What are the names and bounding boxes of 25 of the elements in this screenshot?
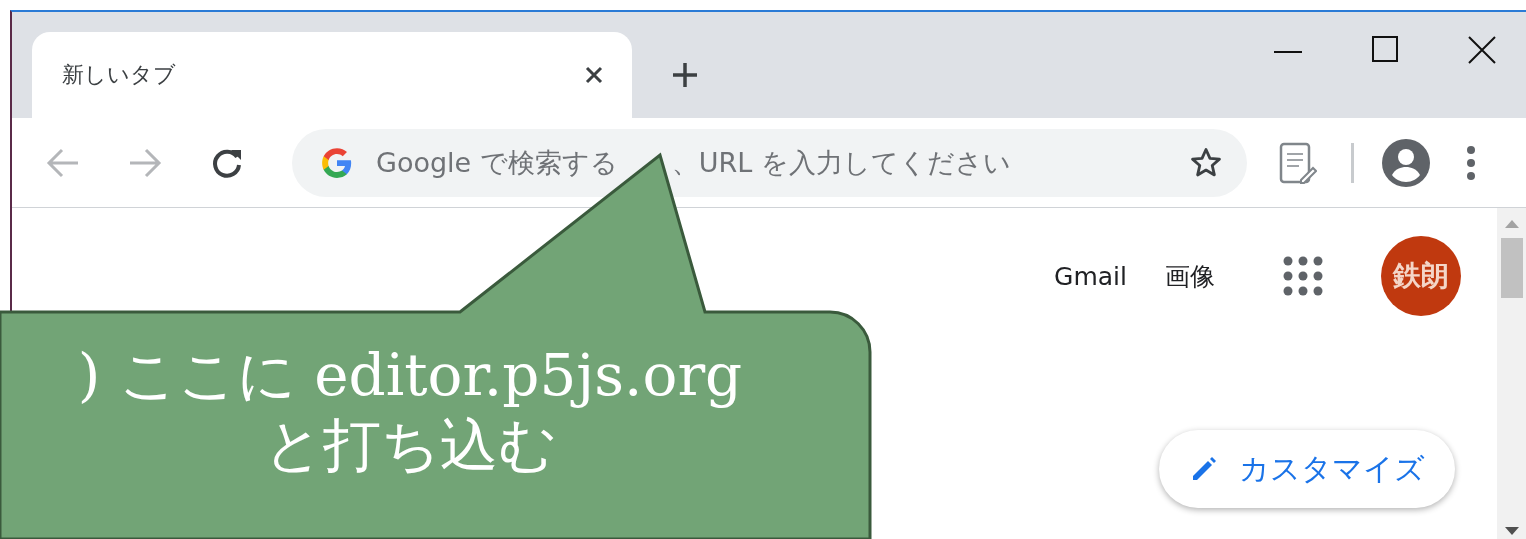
close-icon[interactable]: [584, 65, 604, 85]
note-edit-icon[interactable]: [1279, 141, 1317, 184]
google-logo-icon: [320, 145, 354, 180]
scroll-up-icon: [1504, 220, 1519, 228]
close-icon[interactable]: [1468, 36, 1496, 64]
maximize-icon[interactable]: [1372, 36, 1398, 62]
menu-icon[interactable]: [1466, 144, 1476, 181]
address-bar[interactable]: Google で検索する 、URL を入力してください: [292, 128, 1247, 197]
header-link[interactable]: 画像: [1165, 259, 1215, 293]
scroll-down-icon: [1504, 527, 1519, 535]
user-avatar[interactable]: 鉄朗: [1381, 236, 1461, 316]
apps-grid-icon[interactable]: [1283, 256, 1323, 296]
divider-icon: [1351, 142, 1354, 183]
callout-text: ) ここに editor.p5js.org: [76, 340, 744, 410]
pencil-icon: [1191, 456, 1217, 482]
account-icon[interactable]: [1382, 138, 1430, 187]
plus-icon[interactable]: [672, 62, 698, 88]
scrollbar-thumb[interactable]: [1500, 238, 1523, 298]
callout-text: と打ち込む: [262, 410, 558, 480]
browser-tab[interactable]: 新しいタブ: [32, 32, 632, 118]
header-link[interactable]: Gmail: [1054, 261, 1127, 291]
address-placeholder: Google で検索する: [376, 145, 618, 180]
customize-button[interactable]: カスタマイズ: [1159, 430, 1455, 508]
address-placeholder: 、URL を入力してください: [671, 145, 1011, 180]
scrollbar[interactable]: [1497, 208, 1526, 539]
